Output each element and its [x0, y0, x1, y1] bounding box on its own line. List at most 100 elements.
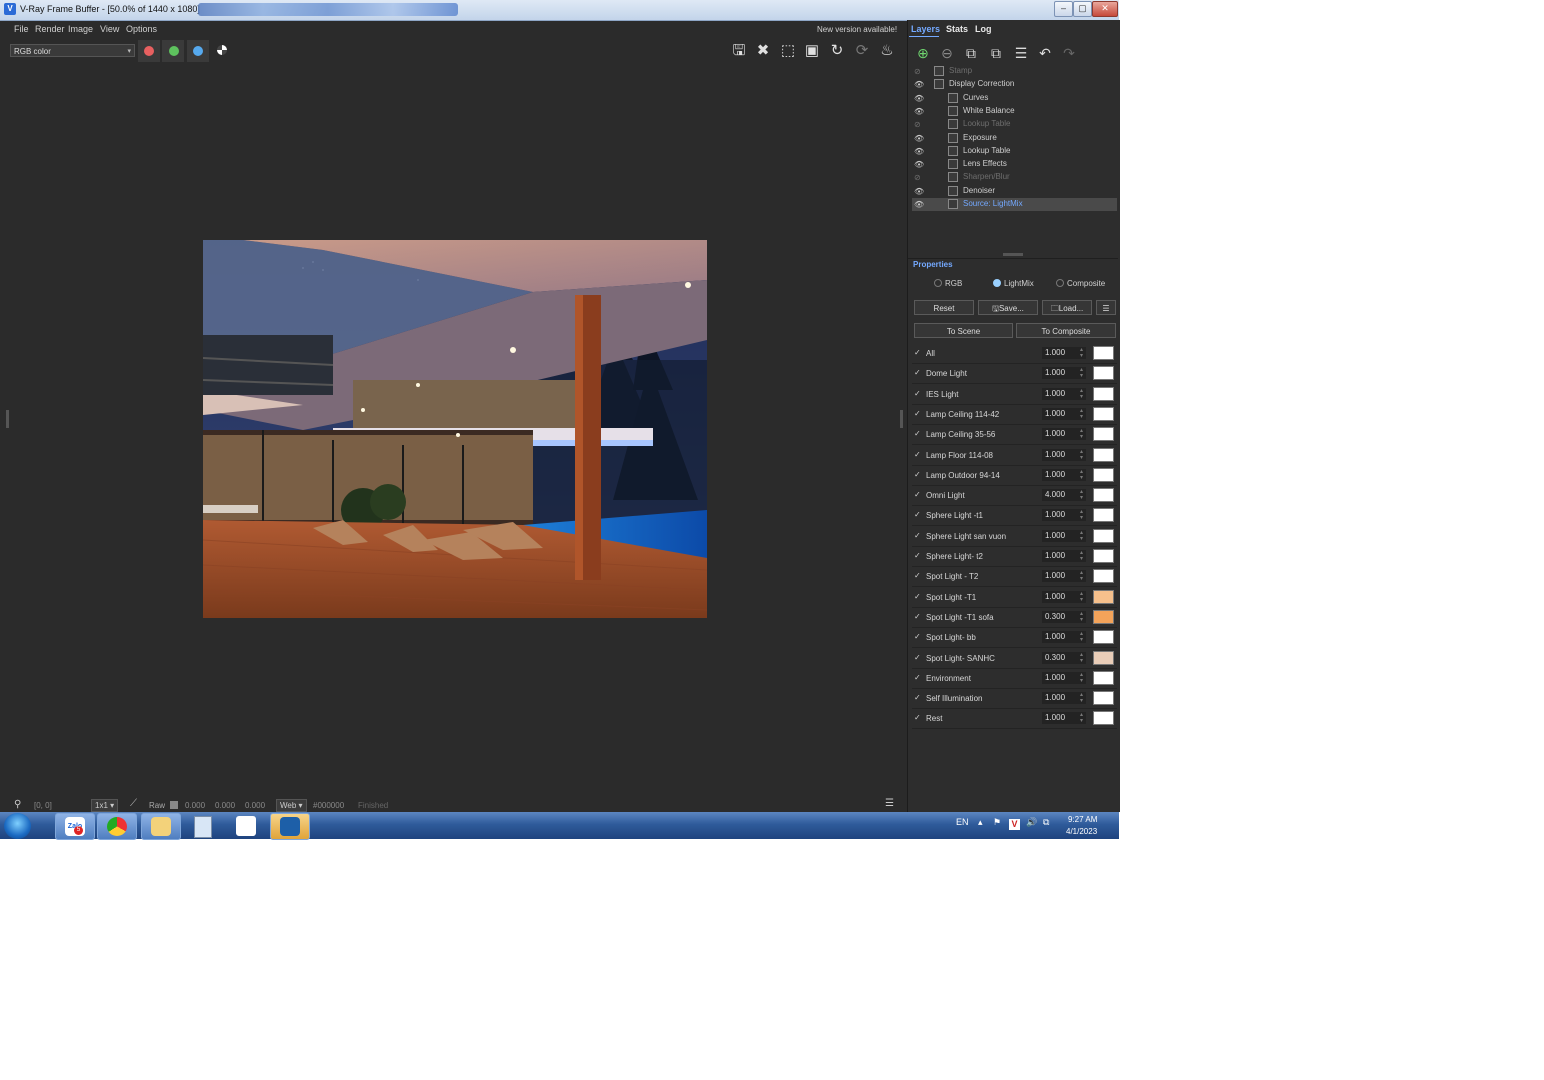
maximize-button[interactable]: ▢ [1073, 1, 1092, 17]
profile-dropdown[interactable]: Web ▾ [276, 799, 307, 812]
light-color-swatch[interactable] [1093, 467, 1114, 482]
light-enable-checkbox[interactable]: ✓ [914, 714, 922, 722]
light-enable-checkbox[interactable]: ✓ [914, 552, 922, 560]
light-color-swatch[interactable] [1093, 346, 1114, 360]
delete-layer-icon[interactable]: ⊖ [938, 44, 956, 62]
light-enable-checkbox[interactable]: ✓ [914, 430, 922, 438]
visibility-eye-icon[interactable]: 👁 [914, 107, 924, 116]
visibility-eye-icon[interactable]: ⊘ [914, 173, 923, 182]
calculator-icon[interactable] [194, 816, 212, 838]
light-color-swatch[interactable] [1093, 630, 1114, 645]
minimize-button[interactable]: – [1054, 1, 1073, 17]
layer-row[interactable]: 👁 Lens Effects [912, 158, 1117, 171]
vray-tray-icon[interactable]: V [1009, 819, 1020, 830]
flag-icon[interactable]: ⚑ [993, 817, 1001, 828]
to-composite-button[interactable]: To Composite [1016, 323, 1116, 338]
light-enable-checkbox[interactable]: ✓ [914, 511, 922, 519]
tab-layers[interactable]: Layers [911, 24, 940, 34]
language-indicator[interactable]: EN [956, 817, 969, 827]
volume-icon[interactable]: 🔊 [1026, 817, 1037, 828]
light-enable-checkbox[interactable]: ✓ [914, 633, 922, 641]
layer-row[interactable]: ⊘ Stamp [912, 65, 1117, 78]
light-enable-checkbox[interactable]: ✓ [914, 572, 922, 580]
visibility-eye-icon[interactable]: ⊘ [914, 120, 923, 129]
intensity-spinner[interactable]: ▴ ▾ [1080, 591, 1083, 603]
intensity-spinner[interactable]: ▴ ▾ [1080, 652, 1083, 664]
mode-composite[interactable]: Composite [1056, 279, 1105, 288]
light-enable-checkbox[interactable]: ✓ [914, 673, 922, 682]
intensity-spinner[interactable]: ▴ ▾ [1080, 367, 1083, 379]
panel-splitter-handle[interactable] [1003, 253, 1023, 256]
history-panel-icon[interactable]: ☰ [885, 798, 894, 809]
intensity-spinner[interactable]: ▴ ▾ [1080, 449, 1083, 461]
redo-icon[interactable]: ↷ [1060, 44, 1078, 62]
clear-image-icon[interactable]: ✖ [754, 42, 772, 60]
light-color-swatch[interactable] [1093, 366, 1114, 381]
track-mouse-icon[interactable]: ⬚ [779, 42, 797, 60]
taskbar-explorer[interactable] [141, 813, 181, 840]
light-color-swatch[interactable] [1093, 569, 1114, 584]
layer-row[interactable]: 👁 White Balance [912, 105, 1117, 118]
to-scene-button[interactable]: To Scene [914, 323, 1013, 338]
close-button[interactable]: ✕ [1092, 1, 1118, 17]
tab-stats[interactable]: Stats [946, 24, 968, 34]
light-enable-checkbox[interactable]: ✓ [914, 653, 922, 662]
intensity-spinner[interactable]: ▴ ▾ [1080, 509, 1083, 521]
menu-options[interactable]: Options [126, 24, 157, 34]
light-color-swatch[interactable] [1093, 528, 1114, 543]
taskbar-chrome[interactable] [97, 813, 137, 840]
visibility-eye-icon[interactable]: 👁 [914, 80, 924, 89]
visibility-eye-icon[interactable]: ⊘ [914, 67, 923, 76]
undo-icon[interactable]: ↶ [1036, 44, 1054, 62]
light-enable-checkbox[interactable]: ✓ [914, 491, 922, 499]
show-hidden-icons-icon[interactable]: ▴ [978, 817, 983, 828]
layer-row[interactable]: ⊘ Sharpen/Blur [912, 171, 1117, 184]
alpha-channel-icon[interactable] [217, 45, 227, 55]
light-color-swatch[interactable] [1093, 670, 1114, 685]
color-picker-icon[interactable]: ⟋ [130, 798, 137, 809]
light-enable-checkbox[interactable]: ✓ [914, 531, 922, 540]
intensity-spinner[interactable]: ▴ ▾ [1080, 712, 1083, 724]
intensity-spinner[interactable]: ▴ ▾ [1080, 530, 1083, 542]
layer-row[interactable]: 👁 Display Correction [912, 78, 1117, 91]
region-render-icon[interactable]: ▣ [803, 42, 821, 60]
layer-row[interactable]: 👁 Lookup Table [912, 145, 1117, 158]
visibility-eye-icon[interactable]: 👁 [914, 160, 924, 169]
layer-row[interactable]: 👁 Denoiser [912, 185, 1117, 198]
light-color-swatch[interactable] [1093, 650, 1114, 665]
visibility-eye-icon[interactable]: 👁 [914, 134, 924, 143]
intensity-spinner[interactable]: ▴ ▾ [1080, 672, 1083, 684]
light-enable-checkbox[interactable]: ✓ [914, 470, 922, 479]
layer-row[interactable]: 👁 Exposure [912, 132, 1117, 145]
mode-lightmix[interactable]: LightMix [993, 279, 1034, 288]
light-color-swatch[interactable] [1093, 427, 1114, 442]
new-version-link[interactable]: New version available! [817, 25, 897, 34]
intensity-spinner[interactable]: ▴ ▾ [1080, 408, 1083, 420]
light-color-swatch[interactable] [1093, 609, 1114, 624]
light-enable-checkbox[interactable]: ✓ [914, 612, 922, 621]
clock-date[interactable]: 4/1/2023 [1066, 827, 1097, 836]
intensity-spinner[interactable]: ▴ ▾ [1080, 388, 1083, 400]
light-enable-checkbox[interactable]: ✓ [914, 349, 922, 357]
lightmix-options-button[interactable]: ☰ [1096, 300, 1116, 315]
layer-presets-icon[interactable]: ☰ [1012, 44, 1030, 62]
load-layers-icon[interactable]: ⧉ [987, 44, 1005, 62]
visibility-eye-icon[interactable]: 👁 [914, 187, 924, 196]
stop-render-icon[interactable]: ⟳ [853, 42, 871, 60]
tab-log[interactable]: Log [975, 24, 992, 34]
light-enable-checkbox[interactable]: ✓ [914, 369, 922, 377]
layer-row[interactable]: 👁 Curves [912, 92, 1117, 105]
light-enable-checkbox[interactable]: ✓ [914, 450, 922, 459]
visibility-eye-icon[interactable]: 👁 [914, 147, 924, 156]
menu-file[interactable]: File [14, 24, 29, 34]
channel-dropdown[interactable]: RGB color ▾ [10, 44, 135, 57]
taskbar-sketchup[interactable] [270, 813, 310, 840]
app-icon[interactable] [236, 816, 256, 836]
left-splitter-handle[interactable] [6, 410, 9, 428]
intensity-spinner[interactable]: ▴ ▾ [1080, 347, 1083, 359]
light-color-swatch[interactable] [1093, 386, 1114, 401]
light-enable-checkbox[interactable]: ✓ [914, 592, 922, 601]
load-button[interactable]: 🗀Load... [1042, 300, 1092, 315]
network-icon[interactable]: ⧉ [1043, 817, 1049, 828]
save-image-icon[interactable]: 🖫 [730, 42, 748, 60]
